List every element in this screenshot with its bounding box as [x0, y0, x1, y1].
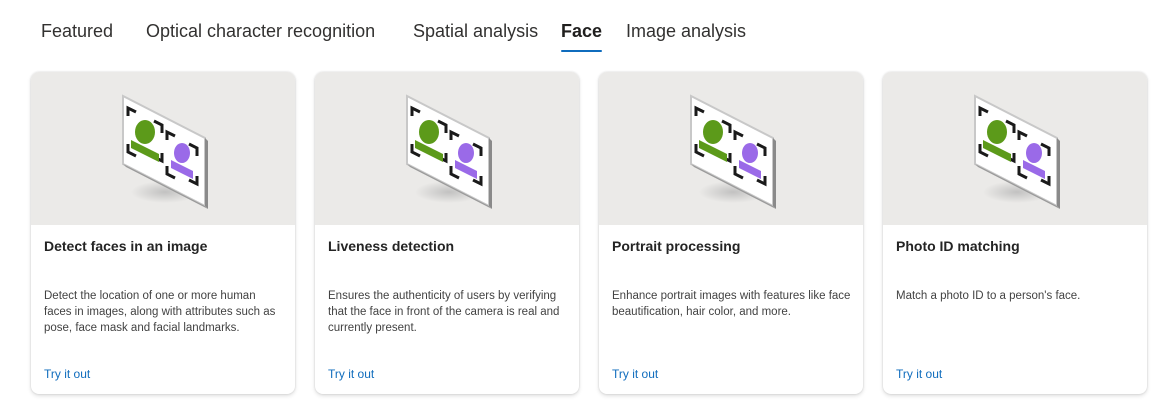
tab-featured[interactable]: Featured: [41, 18, 113, 52]
tab-label: Face: [561, 21, 603, 41]
tab-label: Featured: [41, 21, 114, 41]
card-description: Enhance portrait images with features li…: [612, 290, 851, 318]
try-it-out-link[interactable]: Try it out: [44, 366, 90, 382]
card-title: Liveness detection: [328, 238, 455, 254]
try-it-out-link[interactable]: Try it out: [612, 366, 658, 382]
category-tabs: Featured Optical character recognition S…: [0, 0, 1169, 56]
card-hero: [31, 72, 295, 225]
card-liveness-detection[interactable]: Liveness detection Ensures the authentic…: [315, 72, 579, 394]
card-photo-id-matching[interactable]: Photo ID matching Match a photo ID to a …: [883, 72, 1147, 394]
card-title: Detect faces in an image: [44, 238, 208, 254]
tab-image-analysis[interactable]: Image analysis: [626, 18, 746, 52]
card-detect-faces[interactable]: Detect faces in an image Detect the loca…: [31, 72, 295, 394]
try-it-out-link[interactable]: Try it out: [328, 366, 374, 382]
face-detection-icon: [690, 94, 776, 209]
try-it-out-link[interactable]: Try it out: [896, 366, 942, 382]
card-title: Photo ID matching: [896, 238, 1020, 254]
tab-face[interactable]: Face: [561, 18, 603, 52]
face-detection-icon: [122, 94, 208, 209]
tab-label: Image analysis: [626, 21, 747, 41]
face-detection-icon: [974, 94, 1060, 209]
tab-spatial-analysis[interactable]: Spatial analysis: [413, 18, 538, 52]
tab-label: Optical character recognition: [146, 21, 376, 41]
face-detection-icon: [406, 94, 492, 209]
card-description: Ensures the authenticity of users by ver…: [328, 290, 560, 334]
card-hero: [315, 72, 579, 225]
card-hero: [599, 72, 863, 225]
tab-optical-character-recognition[interactable]: Optical character recognition: [146, 18, 375, 52]
card-hero: [883, 72, 1147, 225]
card-title: Portrait processing: [612, 238, 741, 254]
card-description: Match a photo ID to a person's face.: [896, 290, 1081, 302]
card-portrait-processing[interactable]: Portrait processing Enhance portrait ima…: [599, 72, 863, 394]
card-description: Detect the location of one or more human…: [44, 290, 276, 334]
active-tab-indicator: [561, 50, 603, 52]
tab-label: Spatial analysis: [413, 21, 539, 41]
